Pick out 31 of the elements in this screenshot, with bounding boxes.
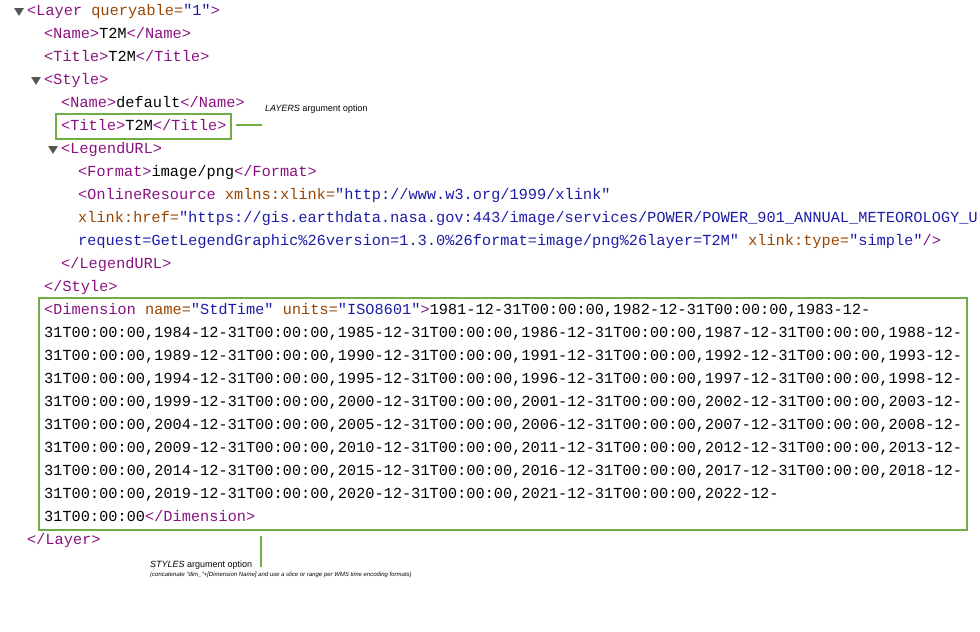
code-line: </Layer>: [27, 531, 100, 549]
code-line: </LegendURL>: [61, 255, 172, 273]
code-line: 31T00:00:00,2009-12-31T00:00:00,2010-12-31T00:00:00,2011-12-31T00:00:00,2012-12-31T00:00:00,2013-12-: [44, 439, 962, 457]
annotation-label: LAYERS argument option: [265, 102, 368, 115]
expanded-triangle-icon[interactable]: [30, 75, 41, 86]
leader-line: [236, 124, 262, 126]
code-line: <Name>default</Name>: [61, 94, 245, 112]
leader-line: [260, 536, 262, 567]
code-line: <Format>image/png</Format>: [78, 163, 317, 181]
code-line: 31T00:00:00,2004-12-31T00:00:00,2005-12-31T00:00:00,2006-12-31T00:00:00,2007-12-31T00:00:00,2008-12-: [44, 416, 962, 434]
annotation-label: STYLES argument option: [150, 558, 252, 571]
code-line: </Style>: [44, 278, 118, 296]
code-line: <Title>T2M</Title>: [44, 48, 210, 66]
code-line: <Style>: [44, 71, 108, 89]
code-line: 31T00:00:00</Dimension>: [44, 508, 256, 526]
code-line: <Dimension name="StdTime" units="ISO8601">1981-12-31T00:00:00,1982-12-31T00:00:00,1983-12-: [44, 301, 870, 319]
code-line: xlink:href="https://gis.earthdata.nasa.gov:443/image/services/POWER/POWER_901_ANNUAL_METEOROLOGY_U: [78, 209, 978, 227]
code-line: 31T00:00:00,2014-12-31T00:00:00,2015-12-31T00:00:00,2016-12-31T00:00:00,2017-12-31T00:00:00,2018-12-: [44, 462, 962, 480]
code-line: <OnlineResource xmlns:xlink="http://www.w3.org/1999/xlink": [78, 186, 610, 204]
expanded-triangle-icon[interactable]: [47, 144, 58, 155]
code-line: 31T00:00:00,1984-12-31T00:00:00,1985-12-31T00:00:00,1986-12-31T00:00:00,1987-12-31T00:00:00,1988-12-: [44, 324, 962, 342]
expanded-triangle-icon[interactable]: [13, 6, 24, 17]
code-line: <Layer queryable="1">: [27, 2, 220, 20]
code-line: request=GetLegendGraphic%26version=1.3.0%26format=image/png%26layer=T2M" xlink:type="simple"/>: [78, 232, 941, 250]
code-line: <Title>T2M</Title>: [61, 117, 226, 135]
code-line: 31T00:00:00,1989-12-31T00:00:00,1990-12-31T00:00:00,1991-12-31T00:00:00,1992-12-31T00:00:00,1993-12-: [44, 347, 962, 365]
code-line: 31T00:00:00,2019-12-31T00:00:00,2020-12-31T00:00:00,2021-12-31T00:00:00,2022-12-: [44, 485, 778, 503]
code-line: <Name>T2M</Name>: [44, 25, 191, 43]
code-line: 31T00:00:00,1999-12-31T00:00:00,2000-12-31T00:00:00,2001-12-31T00:00:00,2002-12-31T00:00:00,2003-12-: [44, 393, 962, 411]
code-line: <LegendURL>: [61, 140, 162, 158]
code-line: 31T00:00:00,1994-12-31T00:00:00,1995-12-31T00:00:00,1996-12-31T00:00:00,1997-12-31T00:00:00,1998-12-: [44, 370, 962, 388]
